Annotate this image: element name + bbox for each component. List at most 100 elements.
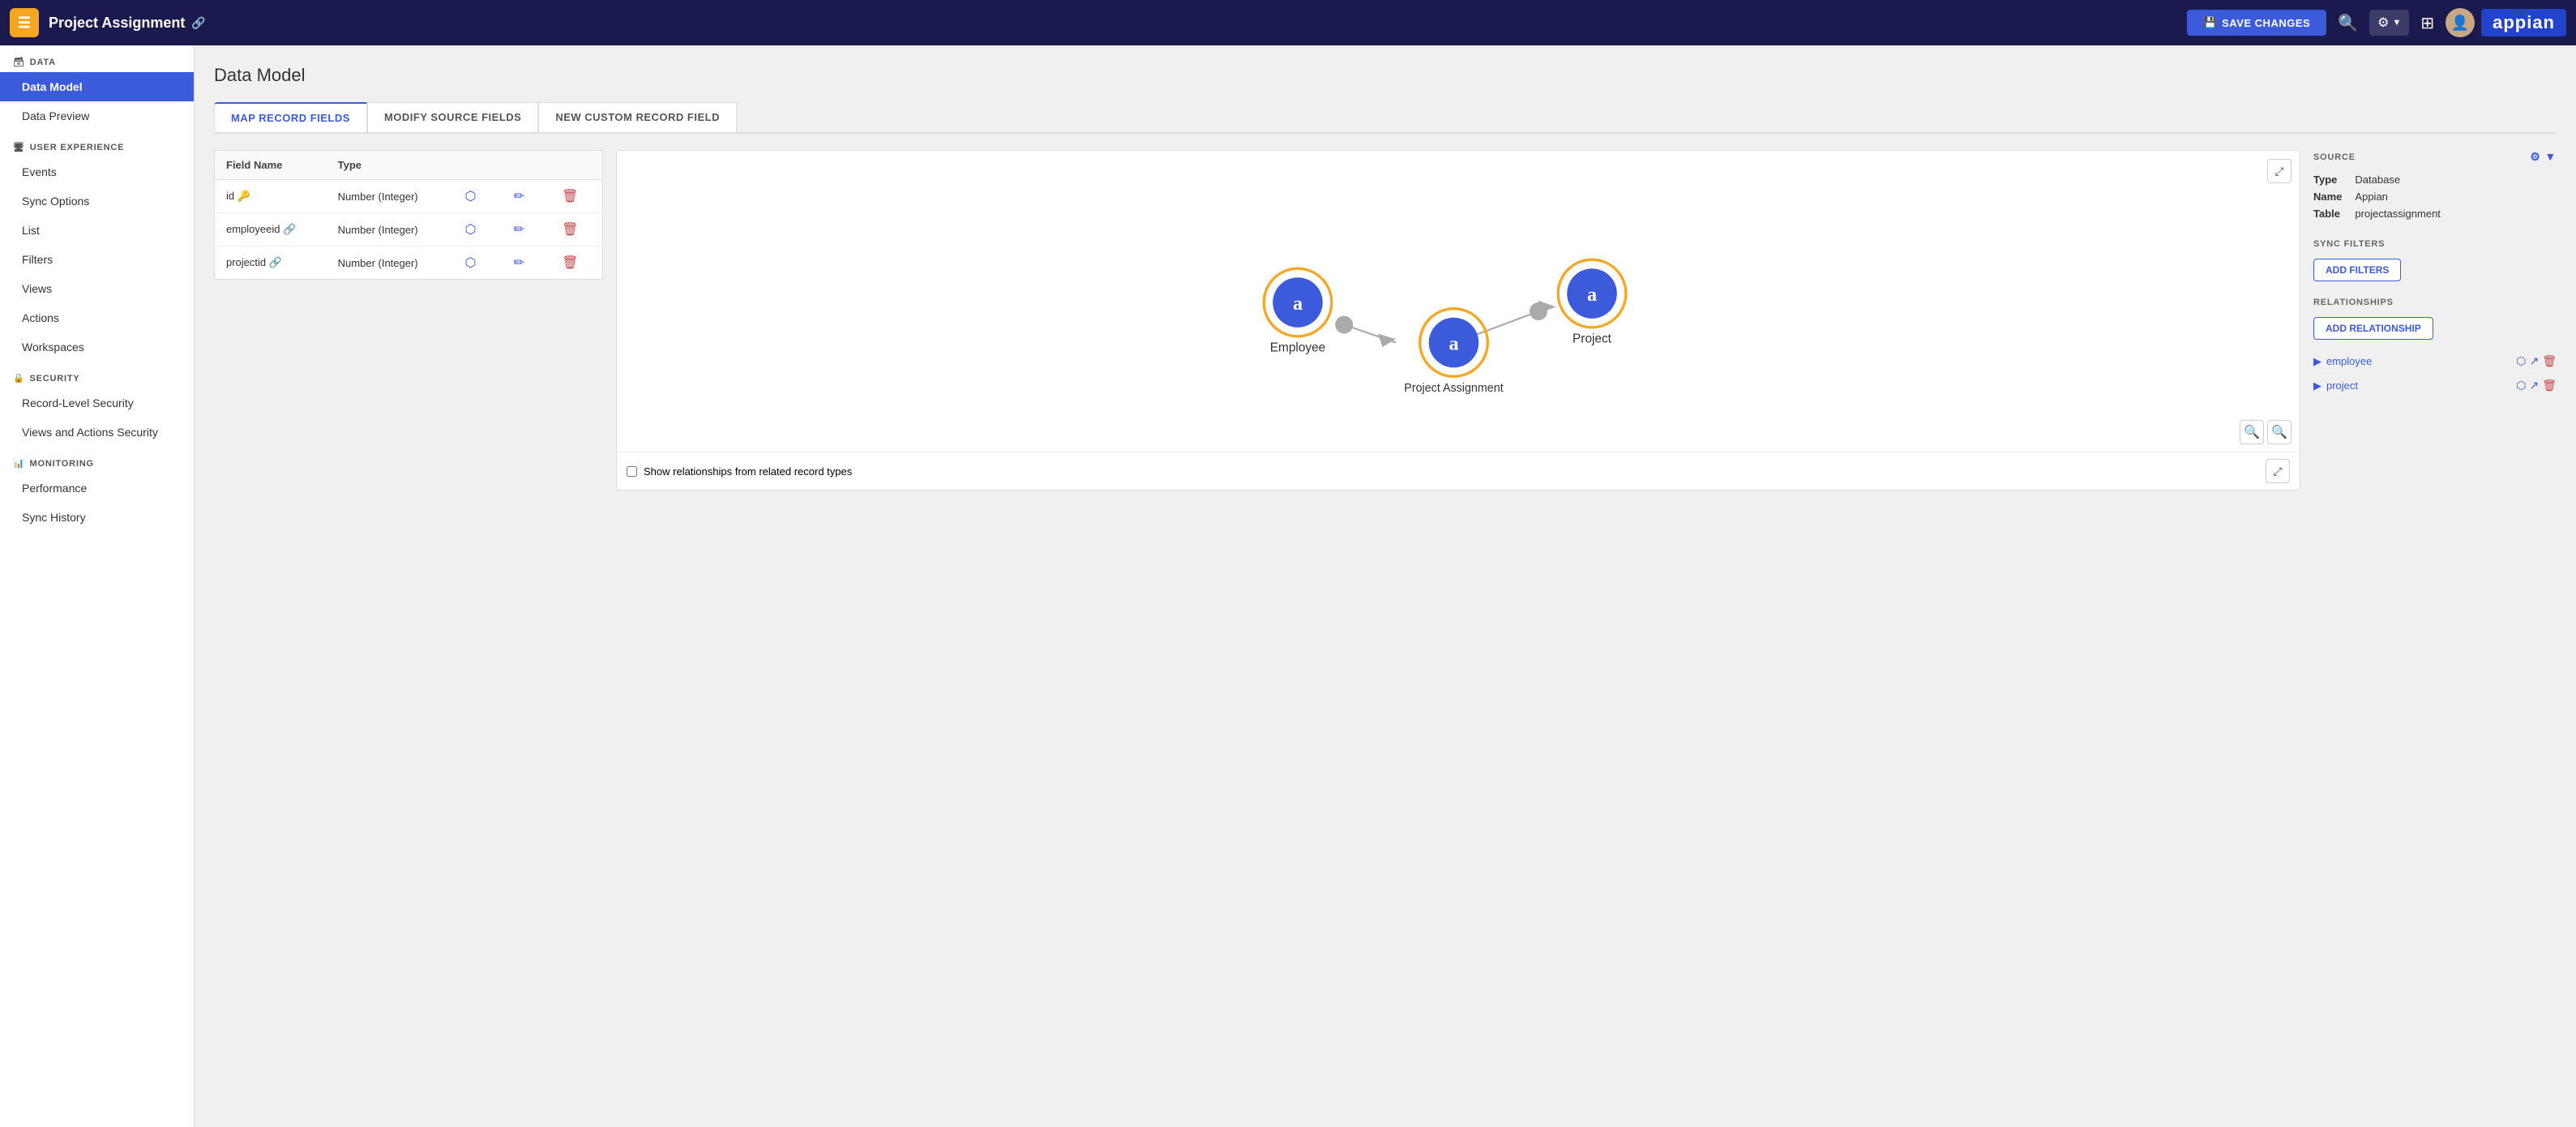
database-icon: 🗃	[13, 57, 25, 67]
col-field-name: Field Name	[215, 151, 327, 180]
source-type-value: Database	[2355, 174, 2557, 186]
field-type-projectid: Number (Integer)	[327, 246, 451, 280]
table-row: projectid 🔗 Number (Integer) ⬡ ✏ 🗑	[215, 246, 603, 280]
source-table-value: projectassignment	[2355, 208, 2557, 220]
sidebar-item-sync-history[interactable]: Sync History	[0, 503, 194, 532]
diagram-zoom-controls: 🔍 🔍	[2240, 420, 2291, 444]
source-name-label: Name	[2313, 191, 2342, 203]
source-settings-icon[interactable]: ⚙ ▼	[2530, 150, 2557, 164]
relationship-external-icon-project[interactable]: ↗	[2529, 379, 2539, 392]
sidebar-item-workspaces[interactable]: Workspaces	[0, 332, 194, 362]
source-table-label: Table	[2313, 208, 2342, 220]
svg-text:a: a	[1293, 293, 1303, 315]
gear-icon: ⚙	[2377, 15, 2389, 31]
sidebar-item-list[interactable]: List	[0, 216, 194, 245]
source-info: Type Database Name Appian Table projecta…	[2313, 174, 2557, 220]
sync-icon-id[interactable]: ⬡	[461, 188, 479, 205]
user-avatar[interactable]: 👤	[2445, 8, 2475, 37]
zoom-in-button[interactable]: 🔍	[2240, 420, 2264, 444]
relationship-item-employee: ▶ employee ⬡ ↗ 🗑	[2313, 349, 2557, 374]
relationship-external-icon-employee[interactable]: ↗	[2529, 354, 2539, 368]
search-button[interactable]: 🔍	[2333, 8, 2363, 38]
tab-map-record-fields[interactable]: MAP RECORD FIELDS	[214, 102, 367, 132]
floppy-icon: 💾	[2203, 16, 2217, 29]
sidebar-item-record-level-security[interactable]: Record-Level Security	[0, 388, 194, 418]
tab-modify-source-fields[interactable]: MODIFY SOURCE FIELDS	[367, 102, 538, 132]
link-icon-employeeid: 🔗	[283, 223, 296, 235]
sidebar-section-monitoring: 📊 MONITORING	[0, 447, 194, 474]
delete-icon-projectid[interactable]: 🗑	[558, 255, 581, 272]
field-type-id: Number (Integer)	[327, 180, 451, 213]
relationships-list: ▶ employee ⬡ ↗ 🗑 ▶ project	[2313, 349, 2557, 398]
sidebar-item-performance[interactable]: Performance	[0, 474, 194, 503]
show-relationships-label[interactable]: Show relationships from related record t…	[644, 465, 852, 478]
right-panel: SOURCE ⚙ ▼ Type Database Name Appian Tab…	[2313, 150, 2557, 491]
grid-button[interactable]: ⊞	[2416, 8, 2439, 38]
sidebar-section-security: 🔒 SECURITY	[0, 362, 194, 388]
relationship-name-project[interactable]: ▶ project	[2313, 379, 2358, 392]
edit-icon-id[interactable]: ✏	[511, 188, 528, 205]
tab-new-custom-record-field[interactable]: NEW CUSTOM RECORD FIELD	[538, 102, 737, 132]
app-title: Project Assignment 🔗	[49, 15, 2177, 32]
relationship-arrow-icon: ▶	[2313, 355, 2321, 368]
delete-icon-id[interactable]: 🗑	[558, 188, 581, 205]
sidebar-item-sync-options[interactable]: Sync Options	[0, 186, 194, 216]
sidebar-section-ux: 🖥 USER EXPERIENCE	[0, 131, 194, 157]
delete-icon-employeeid[interactable]: 🗑	[558, 221, 581, 238]
sidebar-item-events[interactable]: Events	[0, 157, 194, 186]
relationships-section-title: RELATIONSHIPS	[2313, 298, 2557, 307]
chevron-down-icon: ▼	[2392, 18, 2401, 28]
field-name-id: id 🔑	[215, 180, 327, 213]
sync-icon-projectid[interactable]: ⬡	[461, 255, 479, 272]
relationship-delete-icon-project[interactable]: 🗑	[2542, 379, 2557, 392]
top-navigation: ☰ Project Assignment 🔗 💾 SAVE CHANGES 🔍 …	[0, 0, 2576, 45]
sidebar-section-data: 🗃 DATA	[0, 45, 194, 72]
sidebar-item-data-preview[interactable]: Data Preview	[0, 101, 194, 131]
relationship-expand-icon-employee[interactable]: ⬡	[2516, 354, 2526, 368]
relationship-name-employee[interactable]: ▶ employee	[2313, 355, 2372, 368]
main-panel: Field Name Type id 🔑 Number (Int	[214, 150, 2557, 491]
field-name-employeeid: employeeid 🔗	[215, 213, 327, 246]
main-content: Data Model MAP RECORD FIELDS MODIFY SOUR…	[195, 45, 2576, 1127]
table-row: id 🔑 Number (Integer) ⬡ ✏ 🗑	[215, 180, 603, 213]
relationship-actions-employee: ⬡ ↗ 🗑	[2516, 354, 2557, 368]
sidebar-item-data-model[interactable]: Data Model	[0, 72, 194, 101]
expand-diagram-button[interactable]: ⤢	[2267, 159, 2291, 183]
show-relationships-bar: Show relationships from related record t…	[617, 452, 2300, 490]
page-title: Data Model	[214, 65, 2557, 86]
save-changes-button[interactable]: 💾 SAVE CHANGES	[2187, 10, 2326, 36]
relationship-delete-icon-employee[interactable]: 🗑	[2542, 354, 2557, 368]
edit-icon-projectid[interactable]: ✏	[511, 255, 528, 272]
col-actions-2	[499, 151, 547, 180]
app-title-text: Project Assignment	[49, 15, 185, 32]
sync-icon-employeeid[interactable]: ⬡	[461, 221, 479, 238]
sidebar-item-actions[interactable]: Actions	[0, 303, 194, 332]
link-icon-projectid: 🔗	[269, 256, 282, 268]
sidebar-item-views-and-actions-security[interactable]: Views and Actions Security	[0, 418, 194, 447]
add-relationship-button[interactable]: ADD RELATIONSHIP	[2313, 317, 2433, 340]
relationship-arrow-icon-2: ▶	[2313, 379, 2321, 392]
sidebar: 🗃 DATA Data Model Data Preview 🖥 USER EX…	[0, 45, 195, 1127]
zoom-out-button[interactable]: 🔍	[2267, 420, 2291, 444]
field-name-projectid: projectid 🔗	[215, 246, 327, 280]
expand-bottom-button[interactable]: ⤢	[2266, 459, 2290, 483]
main-layout: 🗃 DATA Data Model Data Preview 🖥 USER EX…	[0, 45, 2576, 1127]
sidebar-item-filters[interactable]: Filters	[0, 245, 194, 274]
source-type-label: Type	[2313, 174, 2342, 186]
svg-text:a: a	[1587, 284, 1597, 306]
sidebar-item-views[interactable]: Views	[0, 274, 194, 303]
svg-text:Project: Project	[1573, 332, 1612, 346]
tab-bar: MAP RECORD FIELDS MODIFY SOURCE FIELDS N…	[214, 102, 2557, 134]
col-type: Type	[327, 151, 451, 180]
add-filters-button[interactable]: ADD FILTERS	[2313, 259, 2401, 281]
monitor-icon: 🖥	[13, 142, 25, 152]
diagram-svg: a Employee a Project Assignment a Projec…	[617, 151, 2300, 490]
source-name-value: Appian	[2355, 191, 2557, 203]
sync-filters-section-title: SYNC FILTERS	[2313, 239, 2557, 249]
settings-button[interactable]: ⚙ ▼	[2369, 10, 2409, 36]
relationship-expand-icon-project[interactable]: ⬡	[2516, 379, 2526, 392]
show-relationships-checkbox[interactable]	[627, 466, 637, 477]
edit-icon-employeeid[interactable]: ✏	[511, 221, 528, 238]
col-actions-1	[450, 151, 499, 180]
svg-text:Project Assignment: Project Assignment	[1404, 382, 1503, 395]
